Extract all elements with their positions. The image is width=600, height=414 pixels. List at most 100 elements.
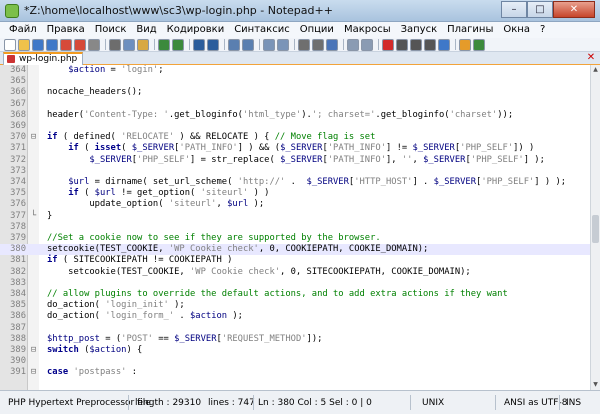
line-number: 367 [10, 98, 26, 109]
copy-icon[interactable] [123, 38, 135, 51]
code-line[interactable]: 373 [0, 166, 590, 177]
run-icon[interactable] [459, 38, 471, 51]
close-icon[interactable] [60, 38, 72, 51]
fold-marker-icon[interactable]: ⊟ [29, 132, 38, 143]
code-text: setcookie(TEST_COOKIE, 'WP Cookie check'… [47, 244, 429, 255]
line-number: 374 [10, 177, 26, 187]
line-number: 378 [10, 221, 26, 232]
code-line[interactable]: 365 [0, 76, 590, 87]
close-window-button[interactable]: ✕ [553, 1, 595, 18]
save-all-icon[interactable] [46, 38, 58, 51]
code-line[interactable]: 378 [0, 222, 590, 233]
code-line[interactable]: 366 nocache_headers(); [0, 87, 590, 98]
indent-guide-icon[interactable] [326, 38, 338, 51]
sync-vertical-icon[interactable] [263, 38, 275, 51]
menu-item[interactable]: ? [535, 22, 550, 38]
code-line[interactable]: 370 ⊟ if ( defined( 'RELOCATE' ) && RELOCA… [0, 132, 590, 143]
spell-check-icon[interactable] [473, 38, 485, 51]
line-number: 381 [10, 255, 26, 266]
save-macro-icon[interactable] [438, 38, 450, 51]
line-number: 387 [10, 322, 26, 333]
print-icon[interactable] [88, 38, 100, 51]
zoom-in-icon[interactable] [228, 38, 240, 51]
zoom-out-icon[interactable] [242, 38, 254, 51]
menu-item[interactable]: Опции [295, 22, 339, 38]
redo-icon[interactable] [172, 38, 184, 51]
code-text: $_SERVER['PHP_SELF'] = str_replace( $_SE… [89, 154, 545, 165]
code-text: if ( defined( 'RELOCATE' ) && RELOCATE )… [47, 132, 376, 143]
code-line[interactable]: 390 [0, 356, 590, 367]
code-line[interactable]: 388 $http_post = ('POST' == $_SERVER['REQ… [0, 334, 590, 345]
scrollbar-thumb[interactable] [592, 215, 599, 243]
word-wrap-icon[interactable] [298, 38, 310, 51]
code-line[interactable]: 375 if ( $url != get_option( 'siteurl' )… [0, 188, 590, 199]
menu-item[interactable]: Вид [131, 22, 161, 38]
play-multiple-icon[interactable] [424, 38, 436, 51]
code-line[interactable]: 377 └} [0, 211, 590, 222]
vertical-scrollbar[interactable]: ▲ ▼ [590, 65, 600, 390]
doc-map-icon[interactable] [347, 38, 359, 51]
status-eol: UNIX [422, 398, 445, 408]
undo-icon[interactable] [158, 38, 170, 51]
code-line[interactable]: 385 do_action( 'login_init' ); [0, 300, 590, 311]
code-line[interactable]: 372 $_SERVER['PHP_SELF'] = str_replace( … [0, 155, 590, 166]
line-number: 371 [10, 143, 26, 154]
code-line[interactable]: 382 setcookie(TEST_COOKIE, 'WP Cookie ch… [0, 267, 590, 278]
code-line[interactable]: 364 $action = 'login'; [0, 65, 590, 76]
code-line[interactable]: 379 //Set a cookie now to see if they are… [0, 233, 590, 244]
code-line[interactable]: 386 do_action( 'login_form_' . $action ); [0, 311, 590, 322]
code-editor[interactable]: 364 $action = 'login'; 365 366 nocache_head… [0, 65, 590, 390]
code-text: update_option( 'siteurl', $url ); [47, 199, 265, 210]
code-line[interactable]: 367 [0, 99, 590, 110]
close-tab-button[interactable]: ✕ [585, 52, 597, 64]
code-line[interactable]: 376 update_option( 'siteurl', $url ); [0, 199, 590, 210]
minimize-button[interactable]: – [501, 1, 527, 18]
menu-item[interactable]: Правка [42, 22, 90, 38]
code-line[interactable]: 368 header('Content-Type: '.get_bloginfo(… [0, 110, 590, 121]
code-line[interactable]: 383 [0, 278, 590, 289]
stop-record-icon[interactable] [396, 38, 408, 51]
menu-item[interactable]: Макросы [339, 22, 396, 38]
scroll-down-arrow-icon[interactable]: ▼ [591, 380, 600, 390]
code-line[interactable]: 384 // allow plugins to override the defa… [0, 289, 590, 300]
fold-marker-icon[interactable]: ⊟ [29, 345, 38, 356]
menu-item[interactable]: Запуск [396, 22, 443, 38]
sync-horizontal-icon[interactable] [277, 38, 289, 51]
show-all-chars-icon[interactable] [312, 38, 324, 51]
play-macro-icon[interactable] [410, 38, 422, 51]
code-line[interactable]: 389 ⊟ switch ($action) { [0, 345, 590, 356]
save-icon[interactable] [32, 38, 44, 51]
code-line[interactable]: 381 if ( SITECOOKIEPATH != COOKIEPATH ) [0, 255, 590, 266]
function-list-icon[interactable] [361, 38, 373, 51]
open-file-icon[interactable] [18, 38, 30, 51]
record-macro-icon[interactable] [382, 38, 394, 51]
tab-wp-login[interactable]: wp-login.php [3, 52, 84, 65]
menu-item[interactable]: Плагины [442, 22, 498, 38]
code-line[interactable]: 374 $url = dirname( set_url_scheme( 'htt… [0, 177, 590, 188]
new-file-icon[interactable] [4, 38, 16, 51]
status-divider [128, 395, 129, 410]
code-line[interactable]: 391 ⊟ case 'postpass' : [0, 367, 590, 378]
fold-marker-icon[interactable]: └ [29, 211, 38, 222]
menu-item[interactable]: Окна [498, 22, 535, 38]
menu-item[interactable]: Поиск [90, 22, 132, 38]
code-line[interactable]: 371 if ( isset( $_SERVER['PATH_INFO'] ) … [0, 143, 590, 154]
toolbar-separator [378, 39, 379, 50]
code-line[interactable]: 380 setcookie(TEST_COOKIE, 'WP Cookie che… [0, 244, 590, 256]
maximize-button[interactable]: □ [527, 1, 553, 18]
code-text: if ( isset( $_SERVER['PATH_INFO'] ) && (… [68, 143, 535, 154]
close-all-icon[interactable] [74, 38, 86, 51]
menu-item[interactable]: Файл [4, 22, 42, 38]
code-text: // allow plugins to override the default… [47, 289, 508, 299]
line-number: 375 [10, 188, 26, 199]
paste-icon[interactable] [137, 38, 149, 51]
replace-icon[interactable] [207, 38, 219, 51]
fold-marker-icon[interactable]: ⊟ [29, 367, 38, 378]
code-line[interactable]: 387 [0, 323, 590, 334]
code-line[interactable]: 369 [0, 121, 590, 132]
scroll-up-arrow-icon[interactable]: ▲ [591, 65, 600, 75]
menu-item[interactable]: Кодировки [162, 22, 230, 38]
cut-icon[interactable] [109, 38, 121, 51]
find-icon[interactable] [193, 38, 205, 51]
menu-item[interactable]: Синтаксис [229, 22, 295, 38]
